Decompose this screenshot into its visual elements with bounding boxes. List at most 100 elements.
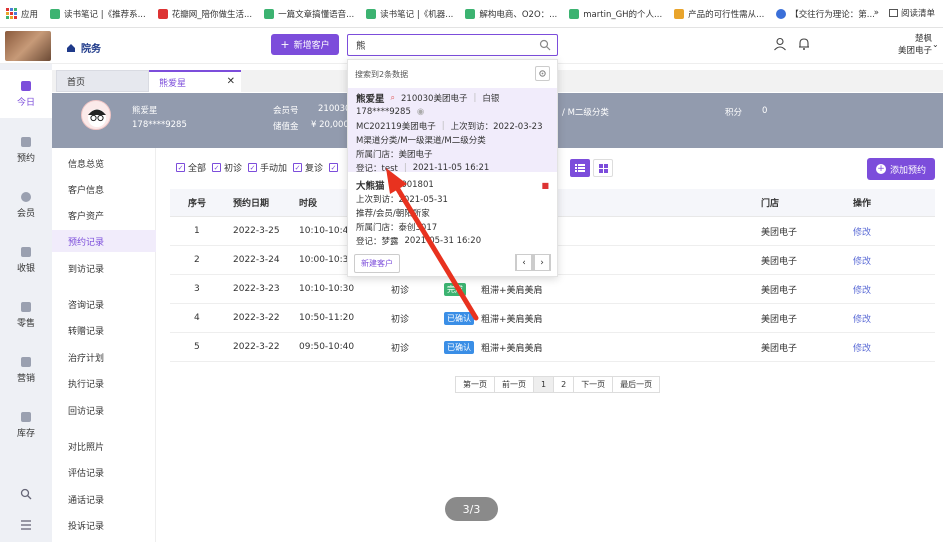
subnav-transfers[interactable]: 转赠记录 bbox=[52, 319, 156, 341]
subnav-visits[interactable]: 到访记录 bbox=[52, 257, 156, 279]
page-first[interactable]: 第一页 bbox=[456, 377, 495, 392]
subnav-consultations[interactable]: 咨询记录 bbox=[52, 293, 156, 315]
cell-date: 2022-3-24 bbox=[233, 255, 280, 265]
bookmark-item[interactable]: martin_GH的个人... bbox=[569, 8, 662, 20]
cell-seq: 1 bbox=[194, 226, 200, 236]
list-view-button[interactable] bbox=[570, 159, 590, 177]
nav-marketing[interactable]: 营销 bbox=[0, 346, 52, 394]
store-avatar[interactable] bbox=[5, 31, 51, 61]
search-icon[interactable] bbox=[539, 39, 551, 51]
grid-icon bbox=[598, 163, 608, 173]
page-next[interactable]: 下一页 bbox=[574, 377, 614, 392]
filter-manual[interactable]: ✓ 手动加 bbox=[248, 161, 287, 174]
subnav-customer-info[interactable]: 客户信息 bbox=[52, 178, 156, 200]
edit-link[interactable]: 修改 bbox=[853, 275, 871, 303]
grid-view-button[interactable] bbox=[593, 159, 613, 177]
edit-link[interactable]: 修改 bbox=[853, 333, 871, 361]
bookmark-icon bbox=[674, 8, 685, 19]
filter-first-visit[interactable]: ✓ 初诊 bbox=[212, 161, 242, 174]
subnav-appointments[interactable]: 预约记录 bbox=[52, 230, 156, 252]
subnav-overview[interactable]: 信息总览 bbox=[52, 152, 156, 174]
cell-seq: 5 bbox=[194, 342, 200, 352]
add-appointment-button[interactable]: + 添加预约 bbox=[867, 158, 935, 180]
bookmark-icon bbox=[366, 8, 377, 19]
edit-link[interactable]: 修改 bbox=[853, 304, 871, 332]
page-last[interactable]: 最后一页 bbox=[613, 377, 659, 392]
status-badge: 完成 bbox=[444, 282, 466, 296]
result-name: 熊爱星 bbox=[356, 94, 385, 105]
bookmark-apps[interactable]: 应用 bbox=[6, 8, 38, 20]
edit-link[interactable]: 修改 bbox=[853, 246, 871, 274]
cell-date: 2022-3-22 bbox=[233, 313, 280, 323]
chevron-down-icon[interactable]: ⌄ bbox=[932, 40, 939, 49]
nav-members[interactable]: 会员 bbox=[0, 181, 52, 229]
subnav-assessments[interactable]: 评估记录 bbox=[52, 461, 156, 483]
bookmarks-bar: 应用 读书笔记 |《推荐系... 花瓣网_陪你做生活... 一篇文章搞懂语音..… bbox=[0, 0, 943, 28]
result-code: 210030美团电子 bbox=[401, 94, 468, 104]
page-2[interactable]: 2 bbox=[554, 377, 575, 392]
filter-revisit[interactable]: ✓ 复诊 bbox=[293, 161, 323, 174]
search-icon[interactable] bbox=[20, 488, 32, 500]
subnav-assets[interactable]: 客户资产 bbox=[52, 204, 156, 226]
nav-cashier[interactable]: 收银 bbox=[0, 236, 52, 284]
subnav-photos[interactable]: 对比照片 bbox=[52, 435, 156, 457]
subnav-executions[interactable]: 执行记录 bbox=[52, 372, 156, 394]
brand[interactable]: 院务 bbox=[66, 40, 101, 55]
search-result-item[interactable]: 大熊猫 21001801 ■ 上次到访：2021-05-31 推荐/会员/朝阳所… bbox=[348, 178, 557, 248]
settings-button[interactable] bbox=[535, 66, 550, 81]
result-last-visit: 上次到访：2022-03-23 bbox=[450, 122, 543, 132]
new-customer-button[interactable]: + 新增客户 bbox=[271, 34, 339, 55]
user-menu[interactable]: 楚枫 美团电子 bbox=[892, 33, 932, 57]
result-register: 登记：梦露 bbox=[356, 237, 399, 247]
page-prev[interactable]: 前一页 bbox=[495, 377, 534, 392]
menu-icon[interactable] bbox=[20, 519, 32, 531]
subnav-complaints[interactable]: 投诉记录 bbox=[52, 514, 156, 536]
bookmarks-more-button[interactable]: » bbox=[874, 8, 879, 18]
bookmark-icon bbox=[569, 8, 580, 19]
result-code: 21001801 bbox=[390, 180, 434, 190]
bookmark-item[interactable]: 【交往行为理论：第... bbox=[776, 8, 875, 20]
nav-inventory[interactable]: 库存 bbox=[0, 401, 52, 449]
bookmark-icon bbox=[776, 8, 787, 19]
checkbox-checked-icon: ✓ bbox=[293, 163, 303, 172]
user-icon[interactable] bbox=[773, 37, 787, 51]
bookmark-item[interactable]: 产品的可行性需从... bbox=[674, 8, 764, 20]
lock-icon: ■ bbox=[541, 180, 549, 190]
cell-seq: 2 bbox=[194, 255, 200, 265]
filter-more[interactable]: ✓ bbox=[329, 163, 339, 172]
bookmark-item[interactable]: 读书笔记 |《推荐系... bbox=[50, 8, 146, 20]
main-nav: 今日 预约 会员 收银 零售 营销 库存 bbox=[0, 64, 52, 542]
edit-link[interactable]: 修改 bbox=[853, 217, 871, 245]
reading-list-button[interactable]: 阅读清单 bbox=[888, 7, 935, 19]
search-result-item[interactable]: 熊爱星 ⌕ 210030美团电子 | 白银 178****9285 ◉ MC202… bbox=[348, 88, 557, 174]
bell-icon[interactable] bbox=[797, 37, 811, 51]
customer-name: 熊爱星 bbox=[132, 106, 158, 116]
bookmark-icon bbox=[264, 8, 275, 19]
users-icon bbox=[21, 191, 31, 202]
subnav-followups[interactable]: 回访记录 bbox=[52, 399, 156, 421]
search-input[interactable]: 熊 bbox=[347, 34, 558, 56]
eye-icon: ◉ bbox=[416, 107, 425, 117]
page-1[interactable]: 1 bbox=[534, 377, 555, 392]
bookmark-item[interactable]: 读书笔记 |《机器... bbox=[366, 8, 453, 20]
cell-time: 10:00-10:30 bbox=[299, 255, 355, 265]
prev-page-button[interactable]: ‹ bbox=[515, 254, 533, 271]
col-store: 门店 bbox=[761, 199, 780, 209]
nav-retail[interactable]: 零售 bbox=[0, 291, 52, 339]
result-level: 白银 bbox=[482, 94, 500, 104]
filter-all[interactable]: ✓ 全部 bbox=[176, 161, 206, 174]
bookmark-item[interactable]: 解构电商、O2O：... bbox=[465, 8, 557, 20]
new-customer-link[interactable]: 新建客户 bbox=[354, 254, 400, 273]
tab-home[interactable]: 首页 bbox=[56, 70, 149, 92]
cell-status: 已确认 bbox=[444, 304, 474, 332]
next-page-button[interactable]: › bbox=[533, 254, 551, 271]
close-icon[interactable]: ✕ bbox=[227, 76, 235, 87]
tab-customer[interactable]: 熊爱星 ✕ bbox=[149, 70, 241, 92]
nav-today[interactable]: 今日 bbox=[0, 70, 52, 118]
subnav-treatment-plan[interactable]: 治疗计划 bbox=[52, 346, 156, 368]
warehouse-icon bbox=[21, 411, 31, 422]
bookmark-item[interactable]: 花瓣网_陪你做生活... bbox=[157, 8, 252, 20]
subnav-calls[interactable]: 通话记录 bbox=[52, 488, 156, 510]
bookmark-item[interactable]: 一篇文章搞懂语音... bbox=[264, 8, 354, 20]
nav-appointments[interactable]: 预约 bbox=[0, 126, 52, 174]
